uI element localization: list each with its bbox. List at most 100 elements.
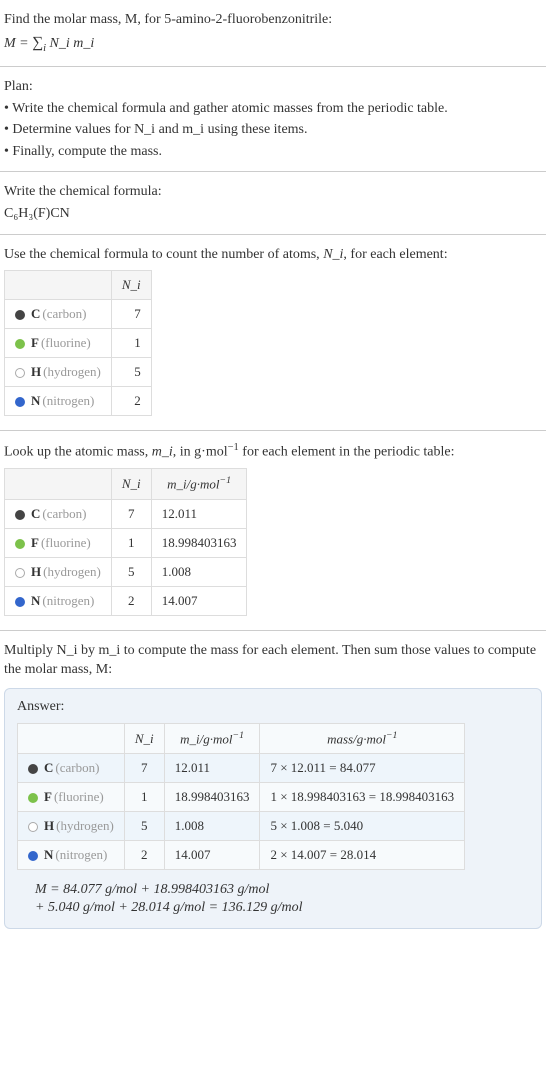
count-title-a: Use the chemical formula to count the nu…	[4, 247, 323, 262]
blank-header	[5, 469, 112, 499]
mi-cell: 18.998403163	[151, 528, 247, 557]
mi-cell: 12.011	[164, 754, 260, 783]
mass-a: mass/g·mol	[327, 731, 386, 746]
formula-section: Write the chemical formula: C₆H₃(F)CN	[0, 172, 546, 234]
elem-name: (fluorine)	[54, 789, 104, 804]
mi-sup: −1	[220, 475, 231, 486]
element-cell: H(hydrogen)	[5, 358, 112, 387]
ni-cell: 1	[111, 528, 151, 557]
ni-cell: 1	[111, 329, 151, 358]
table-header-row: N_i m_i/g·mol−1	[5, 469, 247, 499]
mass-title-c: for each element in the periodic table:	[239, 445, 455, 460]
mass-table: N_i m_i/g·mol−1 C(carbon) 7 12.011 F(flu…	[4, 468, 247, 615]
mi-sup: −1	[233, 730, 244, 741]
ni-cell: 5	[111, 358, 151, 387]
blank-header	[18, 724, 125, 754]
mi-cell: 18.998403163	[164, 783, 260, 812]
element-cell: H(hydrogen)	[18, 812, 125, 841]
element-dot-icon	[28, 822, 38, 832]
element-dot-icon	[15, 539, 25, 549]
table-row: C(carbon) 7 12.011 7 × 12.011 = 84.077	[18, 754, 465, 783]
mass-section: Look up the atomic mass, m_i, in g·mol −1…	[0, 431, 546, 631]
table-row: C(carbon) 7 12.011	[5, 499, 247, 528]
mass-title-a: Look up the atomic mass,	[4, 445, 152, 460]
elem-name: (carbon)	[42, 506, 86, 521]
elem-name: (fluorine)	[41, 535, 91, 550]
table-row: N(nitrogen) 2	[5, 387, 152, 416]
elem-sym: C	[31, 506, 40, 521]
mass-title-b: , in g·mol	[173, 445, 228, 460]
elem-sym: F	[44, 789, 52, 804]
element-dot-icon	[15, 397, 25, 407]
blank-header	[5, 271, 112, 300]
elem-sym: N	[31, 393, 40, 408]
mass-title: Look up the atomic mass, m_i, in g·mol−1…	[4, 441, 542, 462]
mass-cell: 1 × 18.998403163 = 18.998403163	[260, 783, 465, 812]
mi-a: m_i	[180, 731, 200, 746]
mi-cell: 1.008	[151, 557, 247, 586]
mi-header: m_i/g·mol−1	[164, 724, 260, 754]
elem-sym: N	[44, 847, 53, 862]
table-row: H(hydrogen) 5 1.008	[5, 557, 247, 586]
ni-header: N_i	[124, 724, 164, 754]
ni-cell: 1	[124, 783, 164, 812]
element-cell: F(fluorine)	[18, 783, 125, 812]
table-row: F(fluorine) 1 18.998403163	[5, 528, 247, 557]
ni-cell: 5	[111, 557, 151, 586]
element-dot-icon	[15, 597, 25, 607]
intro-equation: M = ∑i N_i m_i	[4, 32, 542, 56]
mi-b: /g·mol	[187, 477, 220, 492]
element-dot-icon	[15, 310, 25, 320]
ni-cell: 7	[111, 499, 151, 528]
elem-name: (nitrogen)	[42, 393, 94, 408]
eq-lhs: M =	[4, 36, 32, 51]
plan-bullet-1: • Write the chemical formula and gather …	[4, 99, 542, 119]
chemical-formula: C₆H₃(F)CN	[4, 204, 542, 224]
mass-cell: 7 × 12.011 = 84.077	[260, 754, 465, 783]
formula-title: Write the chemical formula:	[4, 182, 542, 202]
mi-cell: 14.007	[151, 586, 247, 615]
answer-table: N_i m_i/g·mol−1 mass/g·mol−1 C(carbon) 7…	[17, 723, 465, 870]
mi-b: /g·mol	[200, 731, 233, 746]
table-row: F(fluorine) 1	[5, 329, 152, 358]
ni-cell: 2	[111, 387, 151, 416]
mi-cell: 1.008	[164, 812, 260, 841]
ni-cell: 7	[124, 754, 164, 783]
mi-cell: 14.007	[164, 841, 260, 870]
answer-box: Answer: N_i m_i/g·mol−1 mass/g·mol−1 C(c…	[4, 688, 542, 929]
elem-name: (carbon)	[55, 760, 99, 775]
elem-sym: F	[31, 335, 39, 350]
element-cell: C(carbon)	[5, 300, 112, 329]
mi-header: m_i/g·mol−1	[151, 469, 247, 499]
plan-bullet-3: • Finally, compute the mass.	[4, 142, 542, 162]
answer-label: Answer:	[17, 699, 529, 715]
table-row: N(nitrogen) 2 14.007 2 × 14.007 = 28.014	[18, 841, 465, 870]
elem-name: (hydrogen)	[56, 818, 114, 833]
mi-cell: 12.011	[151, 499, 247, 528]
elem-name: (fluorine)	[41, 335, 91, 350]
element-cell: C(carbon)	[5, 499, 112, 528]
count-section: Use the chemical formula to count the nu…	[0, 235, 546, 432]
table-row: H(hydrogen) 5 1.008 5 × 1.008 = 5.040	[18, 812, 465, 841]
elem-sym: H	[44, 818, 54, 833]
table-header-row: N_i m_i/g·mol−1 mass/g·mol−1	[18, 724, 465, 754]
mass-cell: 2 × 14.007 = 28.014	[260, 841, 465, 870]
ni-header: N_i	[111, 469, 151, 499]
mass-sup: −1	[386, 730, 397, 741]
elem-name: (hydrogen)	[43, 364, 101, 379]
plan-section: Plan: • Write the chemical formula and g…	[0, 67, 546, 172]
elem-sym: C	[31, 306, 40, 321]
elem-sym: N	[31, 593, 40, 608]
table-row: H(hydrogen) 5	[5, 358, 152, 387]
element-dot-icon	[28, 764, 38, 774]
multiply-text: Multiply N_i by m_i to compute the mass …	[4, 641, 542, 680]
elem-name: (nitrogen)	[42, 593, 94, 608]
mass-header: mass/g·mol−1	[260, 724, 465, 754]
elem-name: (hydrogen)	[43, 564, 101, 579]
multiply-section: Multiply N_i by m_i to compute the mass …	[0, 631, 546, 938]
table-row: C(carbon) 7	[5, 300, 152, 329]
elem-sym: H	[31, 564, 41, 579]
element-dot-icon	[28, 793, 38, 803]
plan-bullet-2: • Determine values for N_i and m_i using…	[4, 120, 542, 140]
mass-mi: m_i	[152, 445, 173, 460]
